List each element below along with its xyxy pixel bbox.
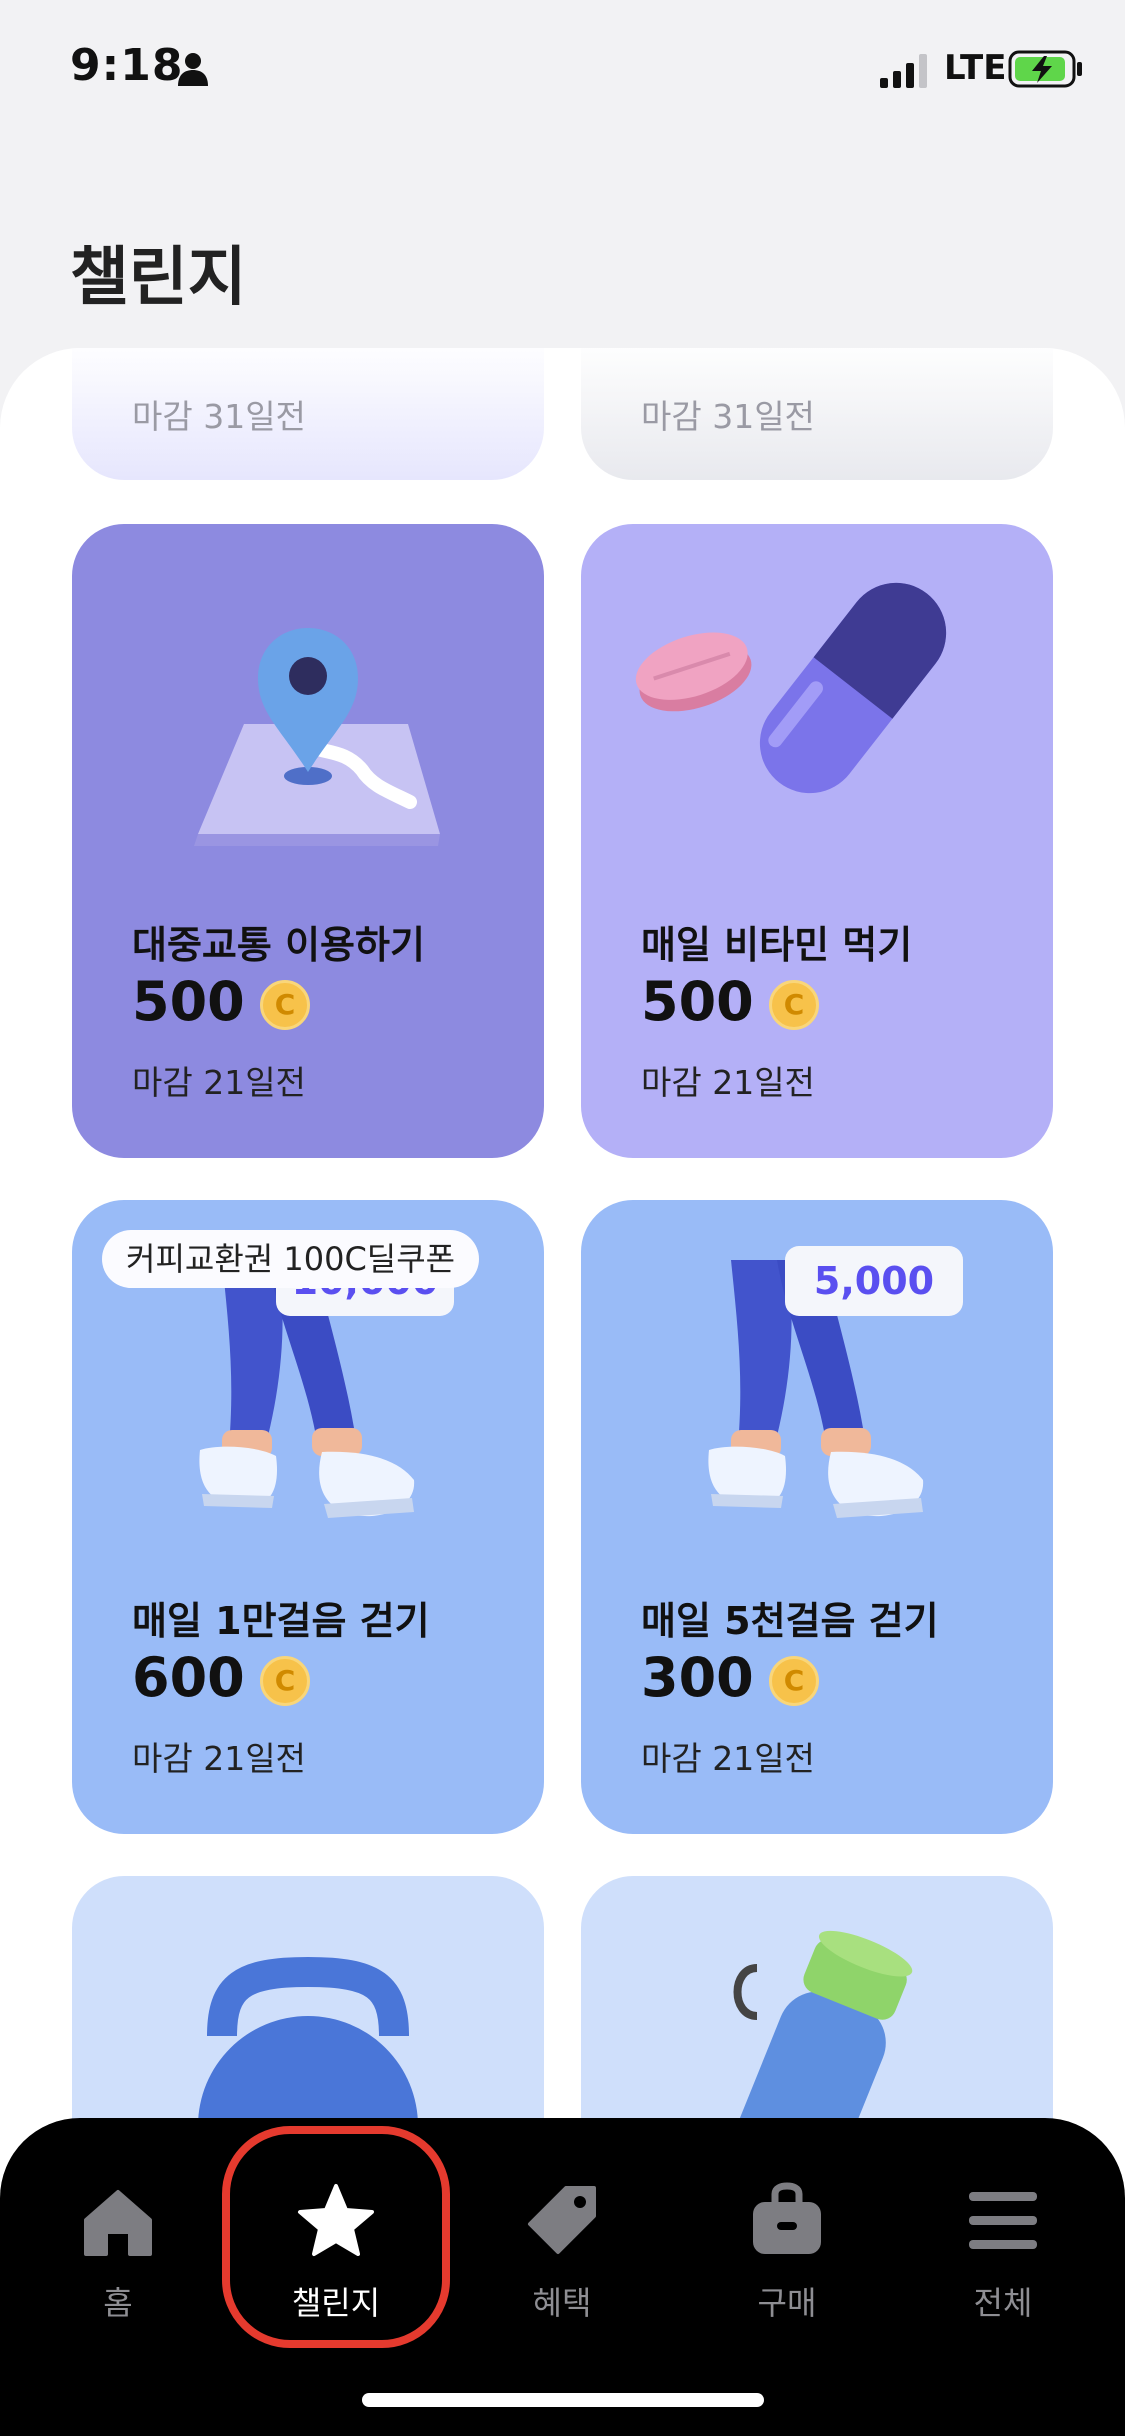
tab-label: 구매 (757, 2284, 817, 2322)
tab-label: 전체 (973, 2284, 1033, 2322)
card-title: 대중교통 이용하기 (132, 923, 425, 967)
coin-icon: C (260, 1656, 310, 1706)
card-title: 매일 비타민 먹기 (641, 923, 913, 967)
tab-label: 혜택 (532, 2284, 592, 2322)
signal-icon (880, 54, 927, 88)
tab-bar: 홈 챌린지 혜택 구매 전체 (0, 2118, 1125, 2436)
challenge-card[interactable]: 마감 31일전 (581, 348, 1053, 480)
step-bubble: 5,000 (785, 1246, 963, 1316)
home-icon (84, 2190, 152, 2256)
card-deadline: 마감 21일전 (132, 1739, 306, 1778)
card-deadline: 마감 31일전 (132, 397, 306, 436)
tab-home[interactable]: 홈 (18, 2180, 218, 2360)
card-title: 매일 1만걸음 걷기 (132, 1599, 430, 1643)
card-title: 매일 5천걸음 걷기 (641, 1599, 939, 1643)
card-deadline: 마감 31일전 (641, 397, 815, 436)
tab-all[interactable]: 전체 (903, 2180, 1103, 2360)
tab-benefits[interactable]: 혜택 (462, 2180, 662, 2360)
card-points: 500 (132, 970, 245, 1033)
card-deadline: 마감 21일전 (641, 1063, 815, 1102)
home-indicator[interactable] (362, 2393, 764, 2407)
coin-icon: C (769, 980, 819, 1030)
challenge-card-vitamin[interactable]: 매일 비타민 먹기 500 C 마감 21일전 (581, 524, 1053, 1158)
tab-purchase[interactable]: 구매 (687, 2180, 887, 2360)
challenge-card[interactable]: 마감 31일전 (72, 348, 544, 480)
person-icon (178, 53, 208, 86)
menu-icon (969, 2192, 1037, 2249)
network-label: LTE (944, 48, 1007, 88)
coin-icon: C (769, 1656, 819, 1706)
status-bar: 9:18 LTE (0, 0, 1125, 140)
challenge-card-public-transport[interactable]: 대중교통 이용하기 500 C 마감 21일전 (72, 524, 544, 1158)
pills-illustration (635, 582, 947, 794)
status-time: 9:18 (70, 40, 184, 91)
card-points: 300 (641, 1646, 754, 1709)
page-title: 챌린지 (70, 240, 247, 315)
active-tab-highlight (222, 2126, 450, 2348)
battery-charging-icon (1008, 50, 1082, 88)
challenge-card-10k-steps[interactable]: 10,000 커피교환권 100C딜쿠폰 매일 1만걸음 걷기 600 C 마감… (72, 1200, 544, 1834)
step-goal-label: 5,000 (813, 1259, 935, 1303)
tag-icon (528, 2186, 596, 2254)
card-points: 600 (132, 1646, 245, 1709)
coupon-badge: 커피교환권 100C딜쿠폰 (102, 1230, 480, 1288)
bag-icon (753, 2182, 821, 2254)
card-points: 500 (641, 970, 754, 1033)
coin-icon: C (260, 980, 310, 1030)
tab-label: 홈 (103, 2284, 133, 2322)
challenge-list[interactable]: 마감 31일전 마감 31일전 대중교통 이용하기 500 C 마감 21일전 (0, 348, 1125, 2248)
card-deadline: 마감 21일전 (132, 1063, 306, 1102)
map-pin-illustration (194, 628, 440, 846)
card-deadline: 마감 21일전 (641, 1739, 815, 1778)
challenge-card-5k-steps[interactable]: 5,000 매일 5천걸음 걷기 300 C 마감 21일전 (581, 1200, 1053, 1834)
